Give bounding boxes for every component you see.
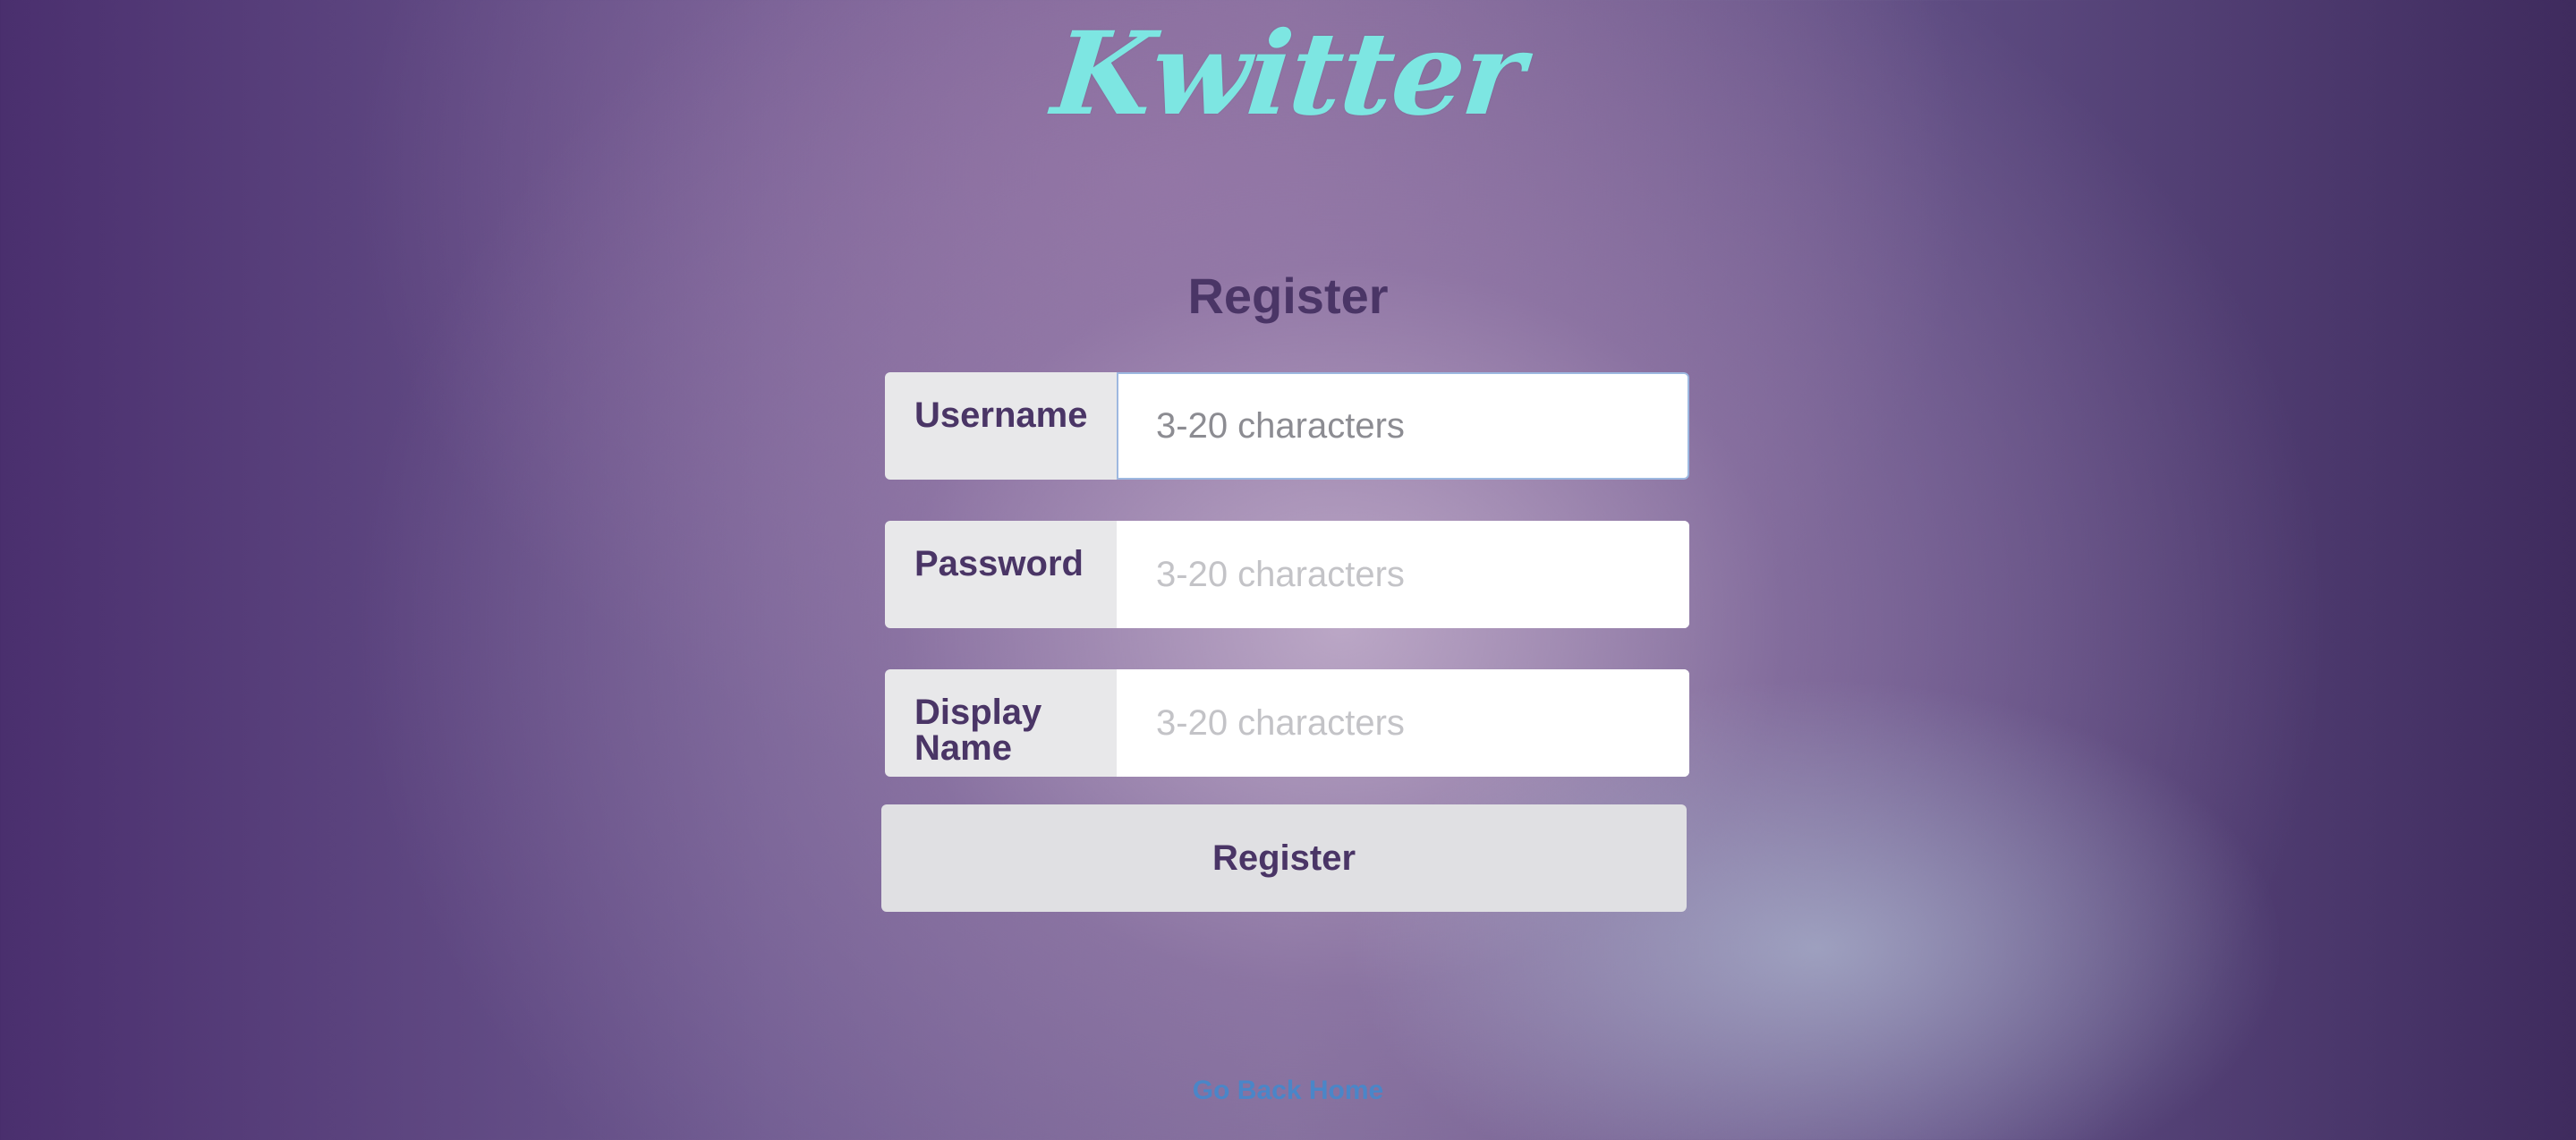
username-field-group: Username — [885, 372, 1689, 480]
display-name-field-group: Display Name — [885, 669, 1689, 777]
password-input[interactable] — [1117, 521, 1689, 628]
display-name-label: Display Name — [885, 669, 1117, 777]
username-input[interactable] — [1117, 372, 1689, 480]
display-name-input[interactable] — [1117, 669, 1689, 777]
register-button[interactable]: Register — [881, 804, 1687, 912]
password-label: Password — [885, 521, 1117, 628]
password-field-group: Password — [885, 521, 1689, 628]
form-title: Register — [1187, 268, 1389, 324]
username-label: Username — [885, 372, 1117, 480]
go-back-home-link[interactable]: Go Back Home — [0, 1076, 2576, 1106]
app-logo: Kwitter — [1047, 7, 1529, 141]
